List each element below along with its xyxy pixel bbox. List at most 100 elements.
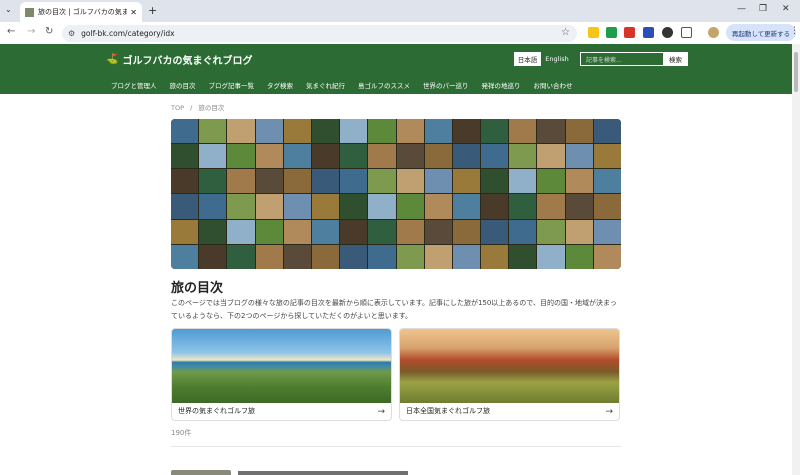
search-button[interactable]: 検索 <box>663 52 688 66</box>
nav-item-island-golf[interactable]: 島ゴルフのススメ <box>358 80 410 90</box>
lang-english-button[interactable]: English <box>541 52 573 66</box>
extension-icon-2[interactable] <box>606 27 617 38</box>
site-header: ⛳ ゴルフバカの気まぐれブログ 日本語 English 記事を検索... 検索 … <box>0 44 792 94</box>
collage-photo-tile <box>537 144 565 169</box>
collage-photo-tile <box>481 219 509 244</box>
collage-photo-tile <box>171 219 199 244</box>
collage-photo-tile <box>481 169 509 194</box>
collage-photo-tile <box>368 119 396 144</box>
close-window-icon[interactable]: ✕ <box>782 4 790 14</box>
collage-photo-tile <box>199 244 227 269</box>
collage-photo-tile <box>424 219 452 244</box>
nav-item-post-list[interactable]: ブログ記事一覧 <box>209 80 255 90</box>
collage-photo-tile <box>311 169 340 194</box>
extension-icon-5[interactable] <box>662 27 673 38</box>
url-text: golf-bk.com/category/idx <box>81 29 175 38</box>
bookmark-star-icon[interactable]: ☆ <box>561 27 570 38</box>
collage-photo-tile <box>537 169 565 194</box>
collage-photo-tile <box>255 219 283 244</box>
nav-item-travel-index[interactable]: 旅の目次 <box>170 80 196 90</box>
nav-item-birthplace[interactable]: 発祥の地巡り <box>482 80 521 90</box>
collage-photo-tile <box>368 194 396 219</box>
profile-avatar[interactable] <box>708 27 719 38</box>
nav-item-about[interactable]: ブログと管理人 <box>111 80 157 90</box>
nav-item-tag-search[interactable]: タグ検索 <box>267 80 293 90</box>
favicon-icon <box>25 7 34 17</box>
collage-photo-tile <box>537 244 565 269</box>
collage-photo-tile <box>368 144 396 169</box>
relaunch-button[interactable]: 再起動して更新する <box>726 24 796 41</box>
browser-menu-icon[interactable]: ⋮ <box>790 26 799 36</box>
collage-photo-tile <box>565 244 593 269</box>
collage-photo-tile <box>368 244 396 269</box>
tab-search-icon[interactable]: ⌄ <box>5 5 12 14</box>
collage-photo-tile <box>283 144 311 169</box>
collage-photo-tile <box>452 194 481 219</box>
collage-photo-tile <box>509 119 537 144</box>
collage-photo-tile <box>311 119 340 144</box>
collage-photo-tile <box>255 144 283 169</box>
collage-photo-tile <box>199 144 227 169</box>
collage-photo-tile <box>227 144 255 169</box>
nav-item-world-par[interactable]: 世界のパー巡り <box>423 80 469 90</box>
extensions-puzzle-icon[interactable] <box>681 27 692 38</box>
site-logo[interactable]: ⛳ ゴルフバカの気まぐれブログ <box>106 52 252 67</box>
collage-photo-tile <box>565 219 593 244</box>
back-icon[interactable]: ← <box>7 26 15 37</box>
collage-photo-tile <box>424 194 452 219</box>
collage-photo-tile <box>171 244 199 269</box>
tab-close-icon[interactable]: ✕ <box>130 8 137 17</box>
collage-photo-tile <box>283 169 311 194</box>
collage-photo-tile <box>340 169 368 194</box>
collage-photo-tile <box>340 144 368 169</box>
new-tab-icon[interactable]: + <box>148 4 157 17</box>
collage-photo-tile <box>311 194 340 219</box>
coastal-golf-course-image <box>172 329 391 403</box>
collage-photo-tile <box>227 119 255 144</box>
scrollbar[interactable] <box>792 44 800 475</box>
browser-tab[interactable]: 旅の目次 | ゴルフバカの気まぐれブログ ✕ <box>20 2 142 22</box>
scrollbar-thumb[interactable] <box>794 52 798 92</box>
collage-photo-tile <box>396 244 424 269</box>
extension-icon-4[interactable] <box>643 27 654 38</box>
breadcrumb-home[interactable]: TOP <box>171 104 184 112</box>
minimize-icon[interactable]: — <box>737 4 746 14</box>
collage-photo-tile <box>509 194 537 219</box>
site-info-icon[interactable]: ⚙ <box>68 29 75 38</box>
collage-photo-tile <box>283 219 311 244</box>
collage-photo-tile <box>452 219 481 244</box>
tab-title: 旅の目次 | ゴルフバカの気まぐれブログ <box>38 8 128 16</box>
collage-photo-tile <box>199 119 227 144</box>
collage-photo-tile <box>481 244 509 269</box>
card-label: 世界の気まぐれゴルフ旅 <box>178 407 255 415</box>
nav-item-contact[interactable]: お問い合わせ <box>534 80 573 90</box>
collage-photo-tile <box>368 219 396 244</box>
address-bar[interactable]: ⚙ golf-bk.com/category/idx ☆ <box>62 25 577 42</box>
restore-icon[interactable]: ❐ <box>759 4 767 14</box>
nav-item-travelogue[interactable]: 気まぐれ紀行 <box>306 80 345 90</box>
forward-icon[interactable]: → <box>27 26 35 37</box>
extension-icon-3[interactable] <box>624 27 635 38</box>
collage-photo-tile <box>283 244 311 269</box>
collage-photo-tile <box>171 119 199 144</box>
collage-photo-tile <box>565 194 593 219</box>
breadcrumb-current: 旅の目次 <box>198 104 225 112</box>
web-page: ⛳ ゴルフバカの気まぐれブログ 日本語 English 記事を検索... 検索 … <box>0 44 792 475</box>
next-article-thumbnail[interactable] <box>171 470 231 475</box>
autumn-golf-course-image <box>400 329 619 403</box>
collage-photo-tile <box>340 244 368 269</box>
collage-photo-tile <box>593 119 621 144</box>
collage-photo-tile <box>481 119 509 144</box>
reload-icon[interactable]: ↻ <box>45 26 53 37</box>
world-golf-trip-card[interactable]: 世界の気まぐれゴルフ旅 → <box>171 328 392 421</box>
collage-photo-tile <box>537 194 565 219</box>
collage-photo-tile <box>283 119 311 144</box>
lang-japanese-button[interactable]: 日本語 <box>514 52 541 66</box>
article-count: 190件 <box>171 429 192 437</box>
japan-golf-trip-card[interactable]: 日本全国気まぐれゴルフ旅 → <box>399 328 620 421</box>
search-input[interactable]: 記事を検索... <box>580 52 664 66</box>
next-article-title[interactable] <box>238 471 408 475</box>
collage-photo-tile <box>424 119 452 144</box>
extension-icon-1[interactable] <box>588 27 599 38</box>
collage-photo-tile <box>593 144 621 169</box>
